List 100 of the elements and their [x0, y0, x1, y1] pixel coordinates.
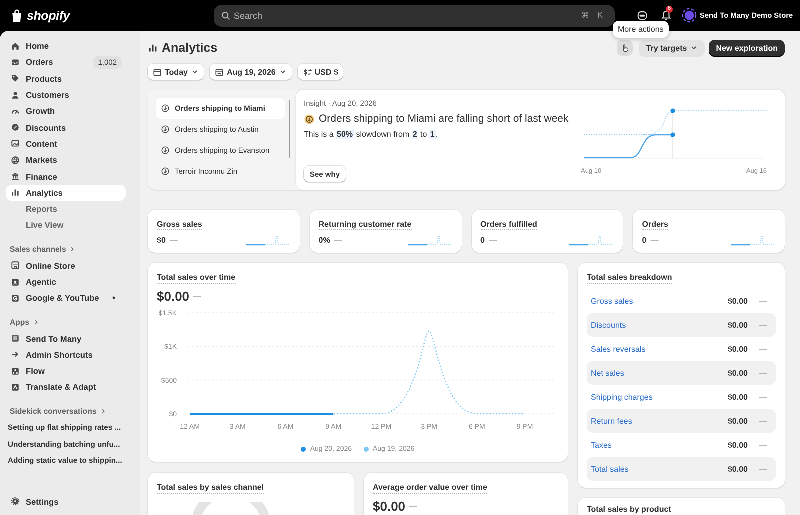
caret-icon — [690, 44, 698, 52]
chevron-icon — [32, 318, 40, 326]
page-title: Analytics — [162, 41, 218, 55]
change-indicator: — — [488, 236, 497, 244]
nav-item[interactable]: Send To Many — [6, 330, 126, 347]
breakdown-link[interactable]: Total sales — [591, 464, 698, 474]
breakdown-link[interactable]: Shipping charges — [591, 392, 698, 402]
app-icon — [11, 366, 20, 376]
metric-card[interactable]: Orders 0 — — [633, 210, 785, 253]
down-arrow-circle-icon — [161, 167, 170, 176]
metric-title: Returning customer rate — [318, 220, 412, 230]
down-arrow-circle-icon — [304, 114, 315, 124]
change-indicator: — — [758, 296, 768, 306]
chevron-icon — [69, 246, 76, 254]
chart-title: Total sales by product — [587, 505, 672, 515]
filter-button[interactable]: Aug 19, 2026 — [210, 64, 292, 80]
metric-value: 0% — [318, 236, 330, 244]
try-targets-button[interactable]: Try targets — [639, 40, 706, 56]
chevron-icon — [100, 408, 107, 416]
breakdown-link[interactable]: Taxes — [591, 440, 698, 450]
nav-item[interactable]: Customers — [6, 86, 126, 104]
nav-item[interactable]: Google & YouTube — [6, 290, 126, 306]
tooltip: More actions — [613, 21, 669, 38]
change-indicator: — — [334, 236, 342, 244]
insight-title: Orders shipping to Miami are falling short of last week — [319, 113, 569, 125]
down-arrow-circle-icon — [161, 146, 170, 155]
sparkline — [730, 233, 775, 247]
nav-item[interactable]: Agentic — [6, 274, 126, 290]
nav-item[interactable]: Analytics — [6, 184, 126, 201]
breakdown-link[interactable]: Discounts — [591, 320, 698, 330]
metric-title: Orders — [642, 220, 668, 230]
bank-icon — [11, 172, 20, 182]
chart-total: $0.00 — [157, 288, 190, 304]
image-icon — [11, 139, 20, 148]
shortcut-key: ⌘ — [580, 10, 592, 20]
change-indicator: — — [650, 236, 659, 244]
person-icon — [11, 90, 20, 100]
metric-card[interactable]: Returning customer rate 0% — — [310, 210, 462, 253]
nav-item[interactable]: Translate & Adapt — [6, 379, 126, 396]
change-indicator: — — [410, 502, 418, 510]
new-exploration-button[interactable]: New exploration — [709, 40, 785, 56]
app-icon — [11, 382, 20, 392]
metric-title: Orders fulfilled — [480, 220, 538, 230]
logo-wordmark[interactable]: shopify — [27, 8, 70, 22]
nav-item[interactable]: Flow — [6, 363, 126, 380]
nav-item[interactable]: Finance — [6, 168, 126, 185]
nav-subitem[interactable]: Reports — [6, 200, 126, 218]
breakdown-value: $0.00 — [726, 416, 748, 426]
nav-item[interactable]: Home — [6, 38, 126, 54]
storefront-icon — [11, 261, 20, 270]
nav-item[interactable]: Discounts — [6, 119, 126, 136]
change-indicator: — — [170, 236, 178, 244]
more-actions-button[interactable] — [617, 40, 634, 56]
globe-icon — [11, 156, 20, 165]
breakdown-link[interactable]: Gross sales — [591, 296, 698, 306]
avatar-icon — [682, 8, 697, 23]
home-icon — [11, 42, 20, 51]
nav-item[interactable]: Online Store — [6, 258, 126, 274]
helmet-icon — [637, 10, 648, 21]
nav-item[interactable]: Admin Shortcuts — [6, 346, 126, 364]
nav-item[interactable]: Content — [6, 136, 126, 152]
settings-icon — [11, 497, 20, 506]
bar-chart-icon — [11, 188, 20, 198]
chart-total: $0.00 — [373, 498, 406, 514]
bar-chart-icon — [148, 43, 158, 53]
calendar-compare-icon — [214, 68, 224, 76]
app-icon — [11, 294, 20, 303]
chart-title: Total sales by sales channel — [157, 483, 264, 494]
nav-item[interactable]: Products — [6, 70, 126, 87]
breakdown-value: $0.00 — [726, 344, 748, 354]
filter-button[interactable]: Today — [148, 64, 204, 80]
calendar-icon — [153, 68, 162, 76]
breakdown-link[interactable]: Return fees — [591, 416, 698, 426]
change-indicator: — — [758, 440, 768, 450]
breakdown-value: $0.00 — [726, 464, 748, 474]
nav-subitem[interactable]: Live View — [6, 217, 126, 234]
filter-button[interactable]: USD $ — [298, 64, 344, 80]
settings-item[interactable]: Settings — [6, 494, 126, 510]
shopping-bag-icon — [10, 8, 24, 22]
change-indicator: — — [758, 320, 768, 330]
metric-card[interactable]: Orders fulfilled 0 — — [472, 210, 624, 253]
tag-icon — [11, 74, 20, 84]
metric-value: $0 — [157, 236, 166, 244]
metric-card[interactable]: Gross sales $0 — — [148, 210, 300, 253]
breakdown-value: $0.00 — [726, 440, 748, 450]
currency-exchange-icon — [302, 68, 312, 76]
chart-title: Total sales over time — [157, 273, 236, 284]
nav-item[interactable]: Markets — [6, 152, 126, 168]
sparkline — [244, 233, 290, 247]
breakdown-link[interactable]: Net sales — [591, 368, 698, 378]
breakdown-link[interactable]: Sales reversals — [591, 344, 698, 354]
dot-icon — [112, 296, 116, 300]
change-indicator: — — [194, 292, 202, 300]
metric-title: Gross sales — [157, 220, 202, 230]
app-icon — [11, 278, 20, 286]
breakdown-value: $0.00 — [726, 320, 748, 330]
change-indicator: — — [758, 368, 768, 378]
inbox-icon — [11, 58, 20, 67]
nav-item[interactable]: Growth — [6, 103, 126, 120]
metric-value: 0 — [642, 236, 647, 244]
